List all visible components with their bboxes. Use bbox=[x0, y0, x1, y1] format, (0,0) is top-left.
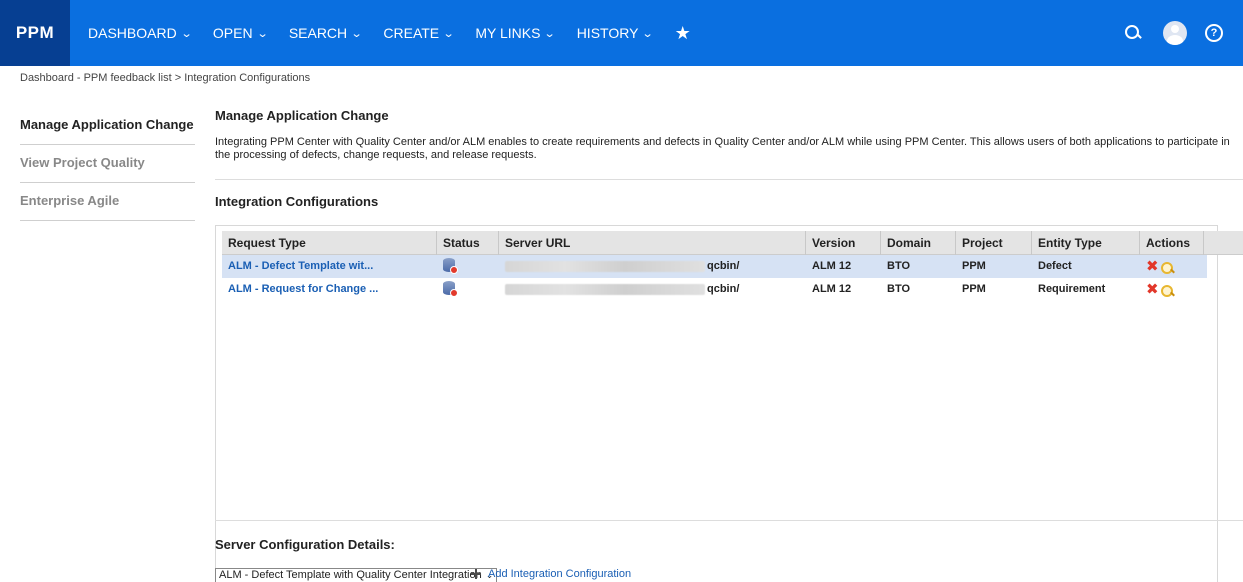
cell-project: PPM bbox=[962, 260, 986, 272]
sidebar-item-view-project-quality[interactable]: View Project Quality bbox=[20, 145, 195, 183]
favorites-star-icon[interactable]: ★ bbox=[675, 23, 691, 44]
delete-icon[interactable]: ✖ bbox=[1146, 258, 1159, 275]
cell-version: ALM 12 bbox=[812, 260, 852, 272]
column-header-request-type[interactable]: Request Type bbox=[222, 231, 437, 255]
integration-configuration-select[interactable]: ALM - Defect Template with Quality Cente… bbox=[215, 568, 498, 582]
sidebar-item-manage-application-change[interactable]: Manage Application Change bbox=[20, 108, 195, 145]
top-right-icons: ? bbox=[1123, 0, 1223, 66]
main-nav: DASHBOARD ⌄ OPEN ⌄ SEARCH ⌄ CREATE ⌄ MY … bbox=[88, 0, 691, 66]
redacted-url-blur bbox=[505, 283, 705, 295]
nav-dashboard-label: DASHBOARD bbox=[88, 25, 177, 41]
table-row[interactable]: ALM - Request for Change ... qcbin/ ALM … bbox=[222, 278, 1207, 301]
breadcrumb: Dashboard - PPM feedback list > Integrat… bbox=[20, 72, 310, 84]
page-description: Integrating PPM Center with Quality Cent… bbox=[215, 136, 1230, 161]
cell-entity-type: Requirement bbox=[1038, 283, 1106, 295]
nav-history-label: HISTORY bbox=[576, 25, 639, 41]
nav-open-label: OPEN bbox=[212, 25, 253, 41]
redacted-url-blur bbox=[505, 260, 705, 272]
ppm-logo[interactable]: PPM bbox=[0, 0, 70, 66]
user-avatar-icon[interactable] bbox=[1163, 21, 1187, 45]
cell-project: PPM bbox=[962, 283, 986, 295]
column-header-status[interactable]: Status bbox=[437, 231, 499, 255]
chevron-down-icon: ⌄ bbox=[350, 27, 363, 40]
cell-actions: ✖ bbox=[1140, 278, 1200, 301]
integration-configurations-title: Integration Configurations bbox=[215, 194, 379, 209]
cell-version: ALM 12 bbox=[812, 283, 852, 295]
database-error-icon bbox=[443, 257, 458, 274]
cell-server-url: qcbin/ bbox=[499, 278, 806, 301]
view-details-icon[interactable] bbox=[1160, 261, 1174, 275]
nav-open[interactable]: OPEN ⌄ bbox=[212, 25, 269, 41]
nav-my-links[interactable]: MY LINKS ⌄ bbox=[475, 25, 557, 41]
table-row[interactable]: ALM - Defect Template wit... qcbin/ ALM … bbox=[222, 255, 1207, 278]
chevron-down-icon: ⌄ bbox=[256, 27, 269, 40]
nav-create[interactable]: CREATE ⌄ bbox=[383, 25, 455, 41]
nav-search[interactable]: SEARCH ⌄ bbox=[288, 25, 363, 41]
column-header-server-url[interactable]: Server URL bbox=[499, 231, 806, 255]
cell-server-url: qcbin/ bbox=[499, 255, 806, 278]
nav-search-label: SEARCH bbox=[288, 25, 348, 41]
sidebar-item-enterprise-agile[interactable]: Enterprise Agile bbox=[20, 183, 195, 221]
plus-icon bbox=[471, 569, 481, 579]
server-configuration-title: Server Configuration Details: bbox=[215, 537, 395, 552]
column-header-actions: Actions bbox=[1140, 231, 1204, 255]
server-url-suffix: qcbin/ bbox=[707, 283, 740, 295]
server-url-suffix: qcbin/ bbox=[707, 260, 740, 272]
cell-entity-type: Defect bbox=[1038, 260, 1072, 272]
chevron-down-icon: ⌄ bbox=[544, 27, 557, 40]
request-type-link[interactable]: ALM - Request for Change ... bbox=[228, 283, 378, 295]
delete-icon[interactable]: ✖ bbox=[1146, 281, 1159, 298]
view-details-icon[interactable] bbox=[1160, 284, 1174, 298]
column-header-domain[interactable]: Domain bbox=[881, 231, 956, 255]
add-integration-configuration-link[interactable]: Add Integration Configuration bbox=[471, 568, 631, 580]
sidebar-item-label: Enterprise Agile bbox=[20, 193, 120, 208]
page-title: Manage Application Change bbox=[215, 108, 389, 123]
main-content: Manage Application Change Integrating PP… bbox=[215, 108, 1243, 582]
column-header-project[interactable]: Project bbox=[956, 231, 1032, 255]
chevron-down-icon: ⌄ bbox=[180, 27, 193, 40]
search-icon[interactable] bbox=[1123, 23, 1143, 43]
breadcrumb-separator: > bbox=[174, 72, 182, 84]
add-integration-configuration-label: Add Integration Configuration bbox=[488, 568, 632, 580]
select-value: ALM - Defect Template with Quality Cente… bbox=[219, 569, 482, 581]
cell-status bbox=[437, 278, 499, 301]
breadcrumb-current: Integration Configurations bbox=[184, 72, 311, 84]
top-navigation-bar: PPM DASHBOARD ⌄ OPEN ⌄ SEARCH ⌄ CREATE ⌄… bbox=[0, 0, 1243, 66]
chevron-down-icon: ⌄ bbox=[642, 27, 655, 40]
breadcrumb-dashboard-link[interactable]: Dashboard - PPM feedback list bbox=[20, 72, 172, 84]
divider bbox=[215, 179, 1243, 180]
integration-table-panel: Request Type Status Server URL Version D… bbox=[215, 225, 1243, 582]
nav-my-links-label: MY LINKS bbox=[475, 25, 541, 41]
chevron-down-icon: ⌄ bbox=[442, 27, 455, 40]
divider bbox=[215, 520, 1243, 521]
cell-domain: BTO bbox=[887, 283, 911, 295]
sidebar-item-label: View Project Quality bbox=[20, 155, 145, 170]
cell-request-type: ALM - Defect Template wit... bbox=[222, 255, 437, 278]
nav-dashboard[interactable]: DASHBOARD ⌄ bbox=[88, 25, 193, 41]
cell-status bbox=[437, 255, 499, 278]
cell-request-type: ALM - Request for Change ... bbox=[222, 278, 437, 301]
request-type-link[interactable]: ALM - Defect Template wit... bbox=[228, 260, 373, 272]
column-header-entity-type[interactable]: Entity Type bbox=[1032, 231, 1140, 255]
table-header: Request Type Status Server URL Version D… bbox=[222, 231, 1243, 255]
database-error-icon bbox=[443, 280, 458, 297]
nav-history[interactable]: HISTORY ⌄ bbox=[576, 25, 655, 41]
sidebar: Manage Application Change View Project Q… bbox=[20, 108, 195, 221]
column-header-version[interactable]: Version bbox=[806, 231, 881, 255]
cell-domain: BTO bbox=[887, 260, 911, 272]
cell-actions: ✖ bbox=[1140, 255, 1200, 278]
help-icon[interactable]: ? bbox=[1205, 24, 1223, 42]
sidebar-item-label: Manage Application Change bbox=[20, 117, 194, 132]
nav-create-label: CREATE bbox=[383, 25, 440, 41]
